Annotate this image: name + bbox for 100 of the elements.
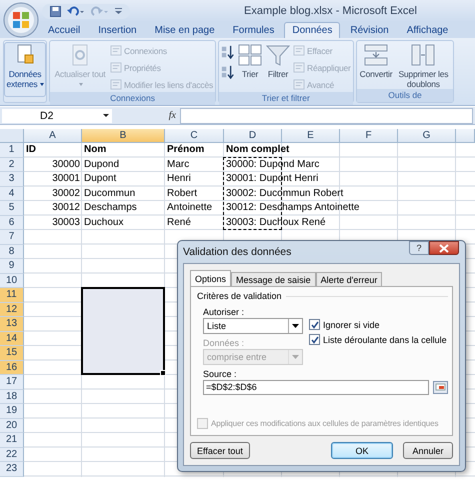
checkbox-label: Ignorer si vide [323, 320, 380, 330]
formula-field[interactable] [180, 108, 473, 124]
table-arrow-icon [364, 43, 388, 67]
row-header[interactable]: 5 [0, 201, 24, 216]
list-icon [293, 79, 306, 90]
row-header[interactable]: 20 [0, 418, 24, 433]
checkbox-label: Appliquer ces modifications aux cellules de paramètres identiques [211, 419, 438, 428]
row-header[interactable]: 15 [0, 346, 24, 360]
window-title: Example blog.xlsx - Microsoft Excel [244, 5, 417, 17]
dialog-button[interactable]: Annuler [403, 442, 453, 459]
cell-selection[interactable] [81, 287, 165, 375]
ribbon-button[interactable]: Filtrer [265, 43, 292, 79]
field-label: Autoriser : [203, 307, 244, 317]
row-header[interactable]: 23 [0, 462, 24, 476]
table-cell-text: Dupont [84, 172, 116, 186]
column-header[interactable]: E [282, 129, 340, 143]
table-cell-text: Prénom [167, 143, 204, 157]
row-header[interactable]: 17 [0, 375, 24, 390]
table-cell-text: Duchoux [84, 216, 124, 230]
column-header[interactable]: C [165, 129, 224, 143]
table-cell-text: 30012: Deschamps Antoinette [226, 201, 360, 215]
table-cell-text: Ducommun [84, 186, 136, 200]
checkbox-label: Liste déroulante dans la cellule [323, 334, 447, 344]
column-header[interactable]: F [340, 129, 398, 143]
funnel-icon [266, 43, 290, 67]
checkbox[interactable] [309, 319, 320, 330]
column-header[interactable]: G [398, 129, 456, 143]
ribbon-tab[interactable]: Données [284, 22, 340, 38]
table-cell-text: Nom complet [226, 143, 290, 157]
group-title: Critères de validation [197, 291, 282, 301]
close-icon [439, 244, 449, 252]
table-cell-text: 30002 [52, 186, 80, 200]
ribbon-tab[interactable]: Mise en page [146, 22, 223, 38]
ribbon-button[interactable]: Supprimer les doublons [395, 43, 452, 89]
column-header[interactable]: B [82, 129, 165, 143]
list-icon [110, 79, 122, 90]
sort-ascending-icon[interactable] [221, 45, 236, 59]
row-header[interactable]: 13 [0, 317, 24, 332]
row-header[interactable]: 22 [0, 448, 24, 462]
row-header[interactable]: 1 [0, 143, 24, 158]
fill-handle[interactable] [160, 370, 166, 376]
row-header[interactable]: 12 [0, 302, 24, 317]
grid-icon [238, 43, 262, 67]
dialog-button[interactable]: Effacer tout [190, 442, 250, 459]
row-header[interactable]: 16 [0, 360, 24, 375]
list-icon [110, 45, 122, 56]
caret-icon [292, 324, 299, 328]
allow-dropdown[interactable]: Liste [203, 318, 303, 334]
row-header[interactable]: 3 [0, 172, 24, 186]
row-header[interactable]: 14 [0, 332, 24, 346]
insert-function-button[interactable]: fx [168, 110, 176, 121]
ribbon-button[interactable]: Trier [237, 43, 264, 79]
collapse-dialog-icon[interactable] [433, 381, 448, 394]
name-box[interactable]: D2 [2, 108, 112, 122]
row-header[interactable]: 2 [0, 158, 24, 172]
dialog-button[interactable]: OK [331, 442, 393, 459]
ribbon-button[interactable]: Données externes [4, 42, 46, 97]
dialog-tab[interactable]: Alerte d'erreur [316, 272, 382, 287]
table-cell-text: 30012 [52, 201, 80, 215]
table-cell-text: ID [26, 143, 36, 157]
customize-icon[interactable] [115, 7, 122, 15]
dialog-title: Validation des données [183, 246, 292, 258]
row-header[interactable]: 4 [0, 186, 24, 201]
row-header[interactable]: 11 [0, 288, 24, 302]
row-header[interactable]: 9 [0, 259, 24, 274]
table-cell-text: 30003 [52, 216, 80, 230]
list-icon [293, 45, 306, 56]
row-header[interactable]: 19 [0, 404, 24, 418]
table-cell-text: Henri [167, 172, 191, 186]
row-header[interactable]: 10 [0, 274, 24, 288]
undo-icon[interactable] [67, 6, 85, 16]
column-header[interactable]: D [224, 129, 282, 143]
save-icon[interactable] [50, 6, 61, 16]
ribbon-tab[interactable]: Formules [224, 22, 282, 38]
table-cell-text: Antoinette [167, 201, 212, 215]
row-header[interactable]: 21 [0, 433, 24, 448]
help-button[interactable]: ? [409, 241, 429, 255]
sort-descending-icon[interactable] [221, 65, 236, 79]
ribbon-tab[interactable]: Insertion [90, 22, 145, 38]
group-label: Outils de [356, 89, 454, 102]
dialog-tab[interactable]: Options [190, 270, 232, 287]
table-cell-text: 30000: Dupond Marc [226, 158, 320, 172]
row-header[interactable]: 6 [0, 216, 24, 230]
list-icon [110, 62, 122, 73]
row-header[interactable]: 8 [0, 244, 24, 259]
column-header[interactable]: A [24, 129, 82, 143]
ribbon-tab[interactable]: Affichage [398, 22, 456, 38]
field-label: Source : [203, 369, 237, 379]
table-cell-text: Marc [167, 158, 190, 172]
group-label: Connexions [50, 92, 216, 105]
source-field[interactable]: =$D$2:$D$6 [203, 380, 429, 395]
ribbon-tab[interactable]: Révision [342, 22, 397, 38]
row-header[interactable]: 7 [0, 230, 24, 244]
dialog-tab[interactable]: Message de saisie [231, 272, 316, 287]
table-cell-text: Nom [84, 143, 106, 157]
ribbon-tab[interactable]: Accueil [40, 22, 88, 38]
close-button[interactable] [429, 241, 459, 255]
checkbox[interactable] [309, 334, 320, 345]
row-header[interactable]: 18 [0, 390, 24, 404]
ribbon-button[interactable]: Convertir [358, 43, 394, 79]
